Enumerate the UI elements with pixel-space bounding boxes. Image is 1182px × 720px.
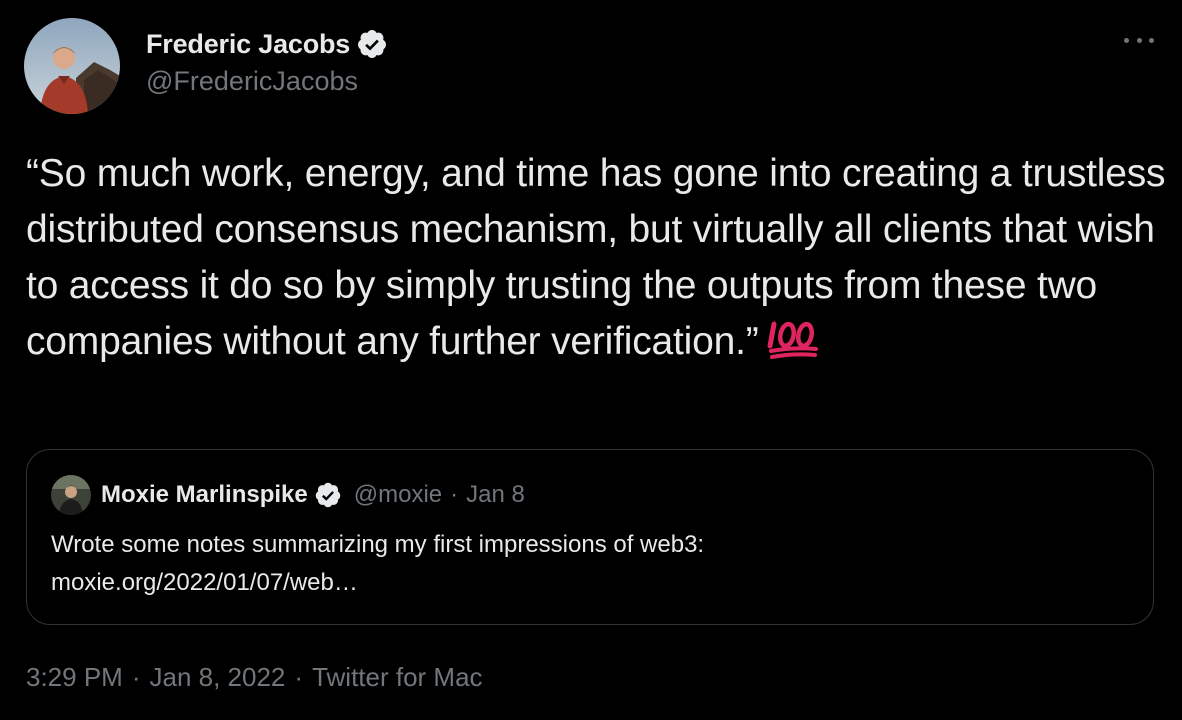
author-info: Frederic Jacobs @FredericJacobs [146, 26, 388, 97]
quoted-author-avatar [51, 475, 91, 515]
quoted-author-handle: @moxie [353, 481, 443, 508]
quoted-tweet-link[interactable]: moxie.org/2022/01/07/web… [51, 564, 704, 602]
meta-separator: · [294, 662, 304, 692]
tweet-source[interactable]: Twitter for Mac [312, 662, 482, 693]
quoted-separator: · [450, 481, 459, 508]
quoted-tweet-card[interactable]: Moxie Marlinspike @moxie · Jan 8 Wrote s… [26, 449, 1154, 625]
verified-badge-icon [356, 28, 388, 60]
quoted-tweet-date: Jan 8 [466, 481, 525, 508]
tweet: Frederic Jacobs @FredericJacobs “So much… [0, 0, 1182, 720]
more-dot [1124, 37, 1129, 43]
quoted-author-name: Moxie Marlinspike [101, 481, 308, 508]
tweet-text: “So much work, energy, and time has gone… [26, 146, 1166, 376]
quoted-tweet-text: Wrote some notes summarizing my first im… [51, 526, 704, 602]
tweet-text-content: “So much work, energy, and time has gone… [26, 152, 1166, 363]
hundred-points-emoji-icon [767, 318, 819, 376]
author-name-row: Frederic Jacobs [146, 26, 388, 62]
tweet-date[interactable]: Jan 8, 2022 [150, 662, 286, 693]
more-horizontal-icon[interactable] [1124, 30, 1154, 50]
quoted-tweet-line: Wrote some notes summarizing my first im… [51, 531, 705, 558]
verified-badge-icon [314, 481, 342, 509]
quoted-tweet-header: Moxie Marlinspike @moxie · Jan 8 [51, 474, 525, 516]
more-dot [1136, 37, 1142, 43]
more-dot [1149, 37, 1154, 43]
author-handle[interactable]: @FredericJacobs [146, 66, 388, 97]
tweet-metadata: 3:29 PM · Jan 8, 2022 · Twitter for Mac [26, 662, 483, 693]
author-display-name[interactable]: Frederic Jacobs [146, 29, 350, 60]
author-avatar[interactable] [24, 18, 120, 114]
meta-separator: · [131, 662, 141, 692]
tweet-time[interactable]: 3:29 PM [26, 662, 123, 693]
